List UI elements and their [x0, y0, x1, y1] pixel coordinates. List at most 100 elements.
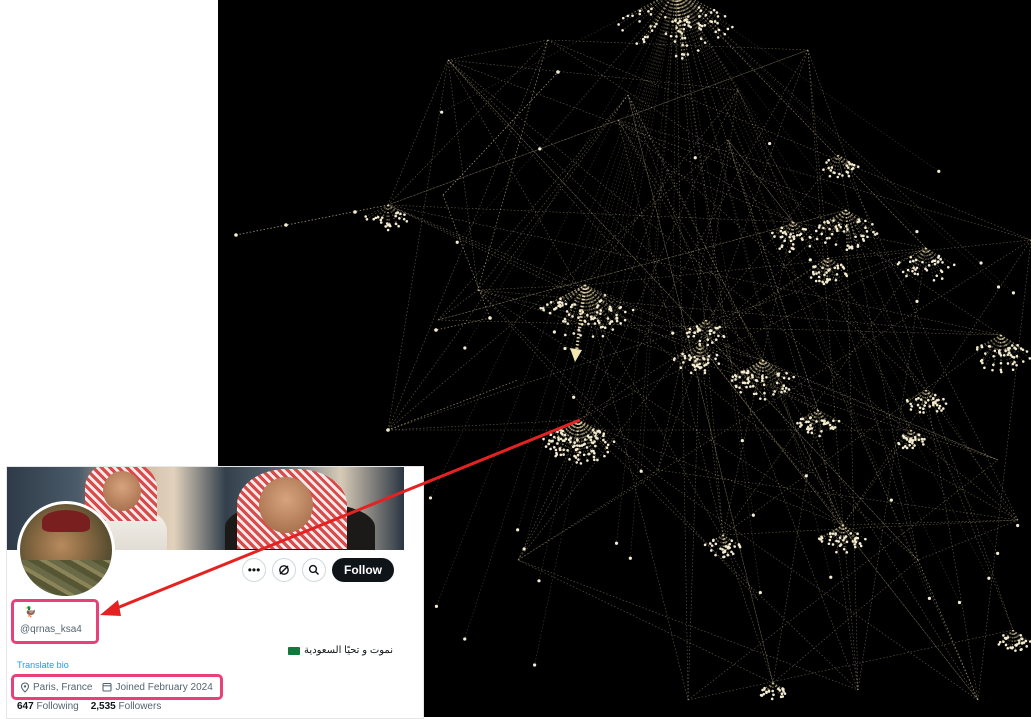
graph-node — [516, 528, 519, 531]
graph-edge — [548, 40, 1031, 240]
cluster-node — [562, 320, 565, 323]
cluster-node — [1021, 638, 1024, 641]
cluster-node — [832, 543, 835, 546]
graph-edge — [618, 120, 978, 700]
cluster-node — [792, 376, 795, 379]
graph-node — [440, 111, 443, 114]
cluster-node — [992, 355, 995, 358]
cluster-node — [616, 320, 619, 323]
graph-node — [671, 331, 674, 334]
cluster-node — [380, 221, 383, 224]
cluster-edge — [578, 420, 604, 434]
cluster-node — [586, 314, 589, 317]
cluster-edge — [710, 535, 723, 544]
graph-edge — [723, 222, 793, 535]
followers-count[interactable]: 2,535 Followers — [91, 701, 162, 712]
graph-edge — [628, 95, 858, 690]
graph-node — [741, 439, 744, 442]
cluster-node — [849, 246, 852, 249]
graph-node — [937, 170, 940, 173]
cluster-node — [816, 238, 819, 241]
cluster-node — [927, 399, 930, 402]
cluster-node — [723, 335, 726, 338]
cluster-edge — [723, 535, 726, 546]
graph-node — [353, 210, 357, 214]
cluster-node — [765, 691, 768, 694]
cluster-edge — [925, 248, 926, 269]
graph-edge — [618, 120, 723, 535]
graph-edge — [548, 40, 808, 50]
cluster-node — [909, 260, 912, 263]
cluster-node — [590, 436, 593, 439]
cluster-edge — [1001, 335, 1018, 345]
grok-icon[interactable] — [272, 558, 296, 582]
cluster-node — [923, 438, 926, 441]
cluster-node — [824, 422, 827, 425]
graph-edge — [793, 222, 926, 248]
cluster-edge — [567, 285, 585, 311]
cluster-node — [782, 688, 785, 691]
cluster-node — [394, 215, 397, 218]
cluster-node — [380, 219, 383, 222]
graph-node — [958, 601, 961, 604]
graph-edge — [478, 290, 758, 600]
cluster-node — [846, 541, 849, 544]
cluster-node — [818, 280, 821, 283]
cluster-edge — [982, 335, 1001, 363]
cluster-node — [828, 542, 831, 545]
hub-edge — [676, 0, 891, 500]
calendar-icon — [102, 682, 112, 692]
graph-node — [537, 579, 540, 582]
more-icon[interactable]: ••• — [242, 558, 266, 582]
cluster-node — [835, 243, 838, 246]
cluster-node — [846, 551, 849, 554]
cluster-node — [690, 356, 693, 359]
cluster-node — [820, 419, 823, 422]
search-icon[interactable] — [302, 558, 326, 582]
cluster-node — [593, 456, 596, 459]
cluster-node — [716, 11, 719, 14]
cluster-node — [936, 410, 939, 413]
graph-edge — [388, 420, 578, 430]
graph-edge — [388, 205, 793, 222]
hub-edge — [676, 0, 917, 232]
cluster-node — [612, 328, 615, 331]
follow-button[interactable]: Follow — [332, 558, 394, 582]
graph-node — [752, 514, 755, 517]
cluster-node — [712, 539, 715, 542]
graph-node — [234, 233, 238, 237]
graph-node — [1012, 291, 1015, 294]
graph-edge — [926, 390, 1018, 520]
cluster-edge — [585, 285, 593, 337]
cluster-node — [980, 360, 983, 363]
cluster-node — [1005, 637, 1008, 640]
graph-node — [629, 557, 632, 560]
cluster-node — [718, 29, 721, 32]
cluster-node — [1021, 642, 1024, 645]
graph-edge — [700, 210, 846, 345]
cluster-edge — [366, 205, 388, 216]
cluster-node — [859, 542, 862, 545]
cluster-node — [771, 698, 774, 701]
cluster-node — [688, 354, 691, 357]
graph-edge — [723, 248, 926, 535]
graph-edge — [518, 560, 858, 690]
following-count[interactable]: 647 Following — [17, 701, 79, 712]
cluster-node — [807, 420, 810, 423]
graph-edge — [838, 155, 1018, 520]
hub-edge — [430, 0, 676, 498]
translate-bio-link[interactable]: Translate bio — [17, 660, 69, 670]
cluster-node — [716, 22, 719, 25]
cluster-node — [562, 453, 565, 456]
cluster-node — [554, 455, 557, 458]
cluster-node — [649, 25, 652, 28]
cluster-node — [994, 349, 997, 352]
cluster-node — [898, 443, 901, 446]
cluster-node — [864, 226, 867, 229]
cluster-node — [826, 278, 829, 281]
hub-edge — [641, 0, 676, 471]
cluster-node — [744, 382, 747, 385]
cluster-node — [836, 264, 839, 267]
avatar[interactable] — [17, 501, 115, 599]
graph-node — [987, 577, 990, 580]
